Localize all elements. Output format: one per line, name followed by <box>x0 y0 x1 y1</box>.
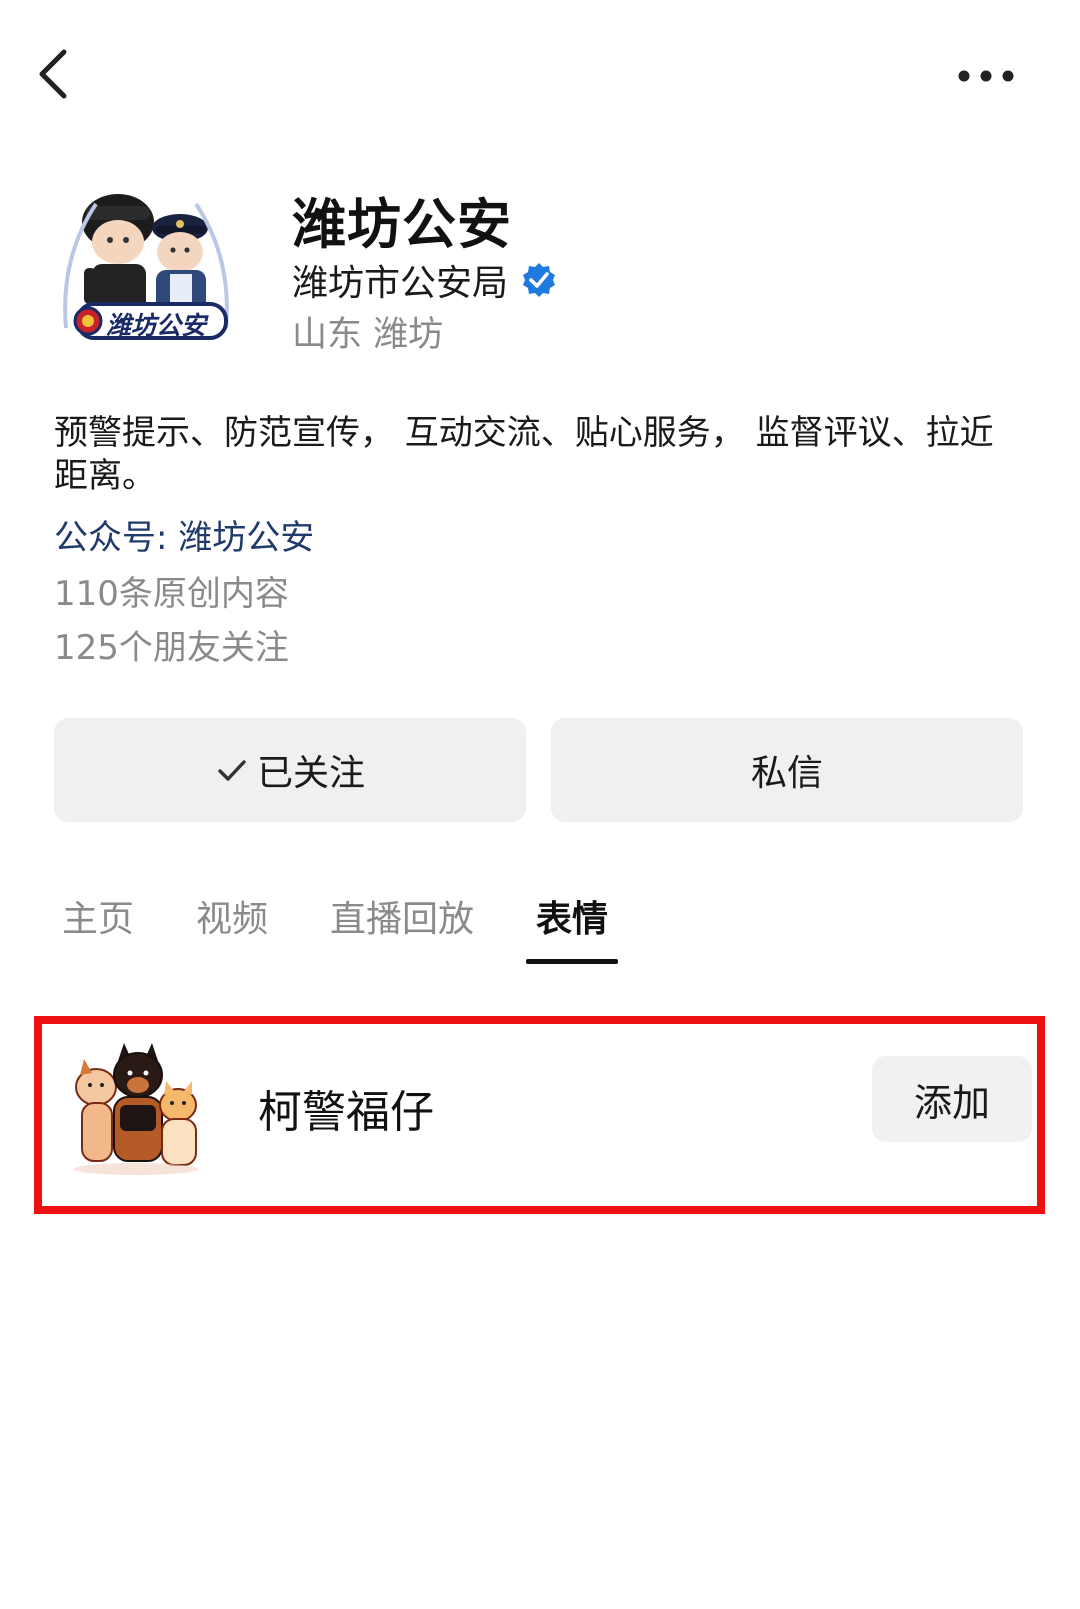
account-avatar[interactable]: 潍坊公安 <box>56 178 236 350</box>
message-label: 私信 <box>750 753 823 794</box>
active-tab-indicator <box>526 959 619 964</box>
organization-name: 潍坊市公安局 <box>292 263 509 304</box>
tab-stickers[interactable]: 表情 <box>526 890 619 964</box>
account-name: 潍坊公安 <box>292 193 512 256</box>
sticker-pack-thumbnail[interactable] <box>66 1043 206 1183</box>
add-sticker-button[interactable]: 添加 <box>872 1056 1032 1142</box>
check-icon <box>215 753 249 787</box>
add-label: 添加 <box>913 1080 990 1125</box>
more-dots-icon <box>958 70 1014 82</box>
verified-badge-icon <box>520 261 558 299</box>
account-location: 山东 潍坊 <box>292 315 444 355</box>
followed-button[interactable]: 已关注 <box>54 718 526 822</box>
back-button[interactable] <box>30 42 80 106</box>
followed-label: 已关注 <box>256 753 365 794</box>
more-options-button[interactable] <box>950 56 1022 96</box>
original-content-count: 110条原创内容 <box>54 574 289 614</box>
organization-row: 潍坊市公安局 <box>292 254 558 306</box>
message-button[interactable]: 私信 <box>551 718 1023 822</box>
profile-tabs: 主页 视频 直播回放 表情 <box>62 890 670 970</box>
avatar-banner-text: 潍坊公安 <box>106 311 207 340</box>
tab-home[interactable]: 主页 <box>62 890 134 960</box>
friends-follow-count[interactable]: 125个朋友关注 <box>54 620 289 669</box>
official-account-link[interactable]: 公众号: 潍坊公安 <box>54 510 314 559</box>
chevron-left-icon <box>39 49 67 99</box>
tab-video[interactable]: 视频 <box>196 890 268 960</box>
account-bio: 预警提示、防范宣传， 互动交流、贴心服务， 监督评议、拉近距离。 <box>54 413 994 496</box>
sticker-pack-name: 柯警福仔 <box>258 1087 434 1138</box>
dog-sticker-icon <box>74 1043 198 1175</box>
tab-live-replay[interactable]: 直播回放 <box>330 890 474 960</box>
